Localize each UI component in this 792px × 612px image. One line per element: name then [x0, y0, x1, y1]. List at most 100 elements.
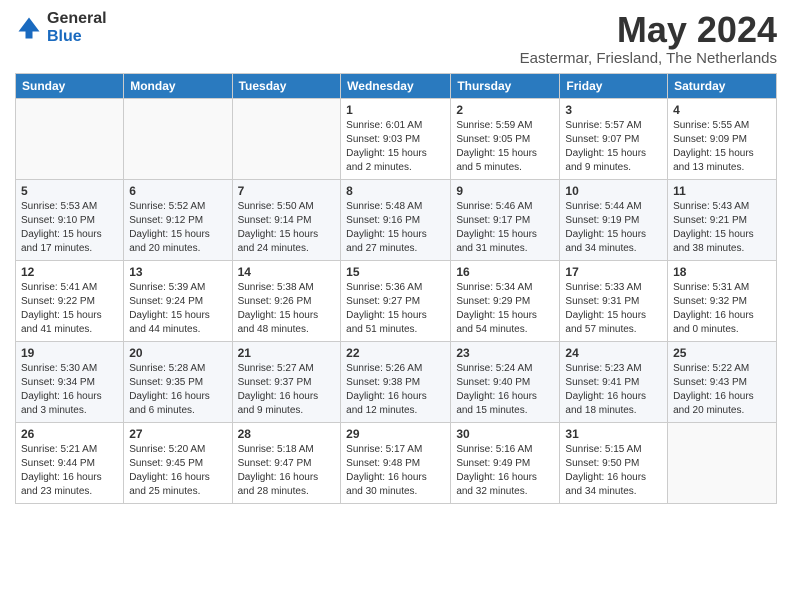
day-info: Sunrise: 5:30 AM Sunset: 9:34 PM Dayligh… [21, 362, 118, 418]
week-row: 5 Sunrise: 5:53 AM Sunset: 9:10 PM Daylig… [16, 179, 777, 260]
day-info: Sunrise: 5:55 AM Sunset: 9:09 PM Dayligh… [673, 119, 771, 175]
day-info: Sunrise: 5:36 AM Sunset: 9:27 PM Dayligh… [346, 281, 445, 337]
day-info: Sunrise: 5:41 AM Sunset: 9:22 PM Dayligh… [21, 281, 118, 337]
day-info: Sunrise: 5:18 AM Sunset: 9:47 PM Dayligh… [238, 443, 336, 499]
calendar-cell: 30 Sunrise: 5:16 AM Sunset: 9:49 PM Dayli… [451, 422, 560, 503]
header-cell-monday: Monday [124, 73, 232, 98]
day-info: Sunrise: 5:17 AM Sunset: 9:48 PM Dayligh… [346, 443, 445, 499]
calendar-cell: 25Sunrise: 5:22 AM Sunset: 9:43 PM Dayli… [668, 341, 777, 422]
header-cell-wednesday: Wednesday [341, 73, 451, 98]
calendar-cell: 4 Sunrise: 5:55 AM Sunset: 9:09 PM Daylig… [668, 98, 777, 179]
calendar-cell: 23 Sunrise: 5:24 AM Sunset: 9:40 PM Dayli… [451, 341, 560, 422]
calendar-cell: 21 Sunrise: 5:27 AM Sunset: 9:37 PM Dayli… [232, 341, 341, 422]
calendar-cell [668, 422, 777, 503]
calendar-cell: 16 Sunrise: 5:34 AM Sunset: 9:29 PM Dayli… [451, 260, 560, 341]
calendar-cell: 27Sunrise: 5:20 AM Sunset: 9:45 PM Dayli… [124, 422, 232, 503]
calendar-body: 1 Sunrise: 6:01 AM Sunset: 9:03 PM Daylig… [16, 98, 777, 503]
day-number: 30 [456, 427, 554, 441]
day-number: 21 [238, 346, 336, 360]
location: Eastermar, Friesland, The Netherlands [520, 50, 777, 67]
day-info: Sunrise: 5:22 AM Sunset: 9:43 PM Dayligh… [673, 362, 771, 418]
day-info: Sunrise: 5:23 AM Sunset: 9:41 PM Dayligh… [565, 362, 662, 418]
day-number: 15 [346, 265, 445, 279]
day-number: 16 [456, 265, 554, 279]
day-info: Sunrise: 5:15 AM Sunset: 9:50 PM Dayligh… [565, 443, 662, 499]
day-number: 24 [565, 346, 662, 360]
header: General Blue May 2024 Eastermar, Friesla… [15, 10, 777, 67]
calendar-cell: 28 Sunrise: 5:18 AM Sunset: 9:47 PM Dayli… [232, 422, 341, 503]
day-info: Sunrise: 5:24 AM Sunset: 9:40 PM Dayligh… [456, 362, 554, 418]
header-cell-tuesday: Tuesday [232, 73, 341, 98]
day-info: Sunrise: 5:53 AM Sunset: 9:10 PM Dayligh… [21, 200, 118, 256]
day-info: Sunrise: 5:57 AM Sunset: 9:07 PM Dayligh… [565, 119, 662, 175]
calendar-cell: 1 Sunrise: 6:01 AM Sunset: 9:03 PM Daylig… [341, 98, 451, 179]
day-number: 18 [673, 265, 771, 279]
day-info: Sunrise: 5:26 AM Sunset: 9:38 PM Dayligh… [346, 362, 445, 418]
calendar-cell [232, 98, 341, 179]
day-number: 17 [565, 265, 662, 279]
day-number: 7 [238, 184, 336, 198]
calendar-cell [16, 98, 124, 179]
month-year: May 2024 [520, 10, 777, 50]
calendar-cell: 9 Sunrise: 5:46 AM Sunset: 9:17 PM Daylig… [451, 179, 560, 260]
week-row: 12 Sunrise: 5:41 AM Sunset: 9:22 PM Dayli… [16, 260, 777, 341]
calendar-cell: 7 Sunrise: 5:50 AM Sunset: 9:14 PM Daylig… [232, 179, 341, 260]
day-info: Sunrise: 5:48 AM Sunset: 9:16 PM Dayligh… [346, 200, 445, 256]
day-number: 9 [456, 184, 554, 198]
calendar-cell: 3 Sunrise: 5:57 AM Sunset: 9:07 PM Daylig… [560, 98, 668, 179]
day-number: 10 [565, 184, 662, 198]
day-info: Sunrise: 5:34 AM Sunset: 9:29 PM Dayligh… [456, 281, 554, 337]
logo-general: General [47, 10, 107, 28]
header-row: SundayMondayTuesdayWednesdayThursdayFrid… [16, 73, 777, 98]
day-info: Sunrise: 5:27 AM Sunset: 9:37 PM Dayligh… [238, 362, 336, 418]
day-info: Sunrise: 5:16 AM Sunset: 9:49 PM Dayligh… [456, 443, 554, 499]
week-row: 19 Sunrise: 5:30 AM Sunset: 9:34 PM Dayli… [16, 341, 777, 422]
day-number: 11 [673, 184, 771, 198]
calendar-cell: 29 Sunrise: 5:17 AM Sunset: 9:48 PM Dayli… [341, 422, 451, 503]
day-number: 14 [238, 265, 336, 279]
calendar-cell: 22 Sunrise: 5:26 AM Sunset: 9:38 PM Dayli… [341, 341, 451, 422]
header-cell-friday: Friday [560, 73, 668, 98]
day-number: 5 [21, 184, 118, 198]
calendar-cell: 5 Sunrise: 5:53 AM Sunset: 9:10 PM Daylig… [16, 179, 124, 260]
day-number: 3 [565, 103, 662, 117]
day-number: 27 [129, 427, 226, 441]
calendar-cell: 31Sunrise: 5:15 AM Sunset: 9:50 PM Dayli… [560, 422, 668, 503]
day-info: Sunrise: 5:59 AM Sunset: 9:05 PM Dayligh… [456, 119, 554, 175]
logo-blue: Blue [47, 28, 107, 46]
logo-text: General Blue [47, 10, 107, 45]
day-number: 26 [21, 427, 118, 441]
week-row: 26 Sunrise: 5:21 AM Sunset: 9:44 PM Dayli… [16, 422, 777, 503]
day-number: 22 [346, 346, 445, 360]
day-info: Sunrise: 5:33 AM Sunset: 9:31 PM Dayligh… [565, 281, 662, 337]
calendar-cell: 8 Sunrise: 5:48 AM Sunset: 9:16 PM Daylig… [341, 179, 451, 260]
day-info: Sunrise: 5:46 AM Sunset: 9:17 PM Dayligh… [456, 200, 554, 256]
day-number: 1 [346, 103, 445, 117]
calendar-cell: 18Sunrise: 5:31 AM Sunset: 9:32 PM Dayli… [668, 260, 777, 341]
day-number: 12 [21, 265, 118, 279]
day-number: 2 [456, 103, 554, 117]
logo: General Blue [15, 10, 107, 45]
day-number: 19 [21, 346, 118, 360]
day-info: Sunrise: 5:21 AM Sunset: 9:44 PM Dayligh… [21, 443, 118, 499]
day-number: 8 [346, 184, 445, 198]
day-number: 23 [456, 346, 554, 360]
calendar-cell: 15 Sunrise: 5:36 AM Sunset: 9:27 PM Dayli… [341, 260, 451, 341]
day-number: 29 [346, 427, 445, 441]
calendar-cell: 12 Sunrise: 5:41 AM Sunset: 9:22 PM Dayli… [16, 260, 124, 341]
calendar-cell: 11 Sunrise: 5:43 AM Sunset: 9:21 PM Dayli… [668, 179, 777, 260]
day-info: Sunrise: 5:38 AM Sunset: 9:26 PM Dayligh… [238, 281, 336, 337]
calendar-cell: 26 Sunrise: 5:21 AM Sunset: 9:44 PM Dayli… [16, 422, 124, 503]
day-number: 4 [673, 103, 771, 117]
day-info: Sunrise: 6:01 AM Sunset: 9:03 PM Dayligh… [346, 119, 445, 175]
day-number: 20 [129, 346, 226, 360]
day-number: 28 [238, 427, 336, 441]
calendar-cell: 13Sunrise: 5:39 AM Sunset: 9:24 PM Dayli… [124, 260, 232, 341]
title-area: May 2024 Eastermar, Friesland, The Nethe… [520, 10, 777, 67]
logo-icon [15, 14, 43, 42]
day-info: Sunrise: 5:43 AM Sunset: 9:21 PM Dayligh… [673, 200, 771, 256]
day-info: Sunrise: 5:50 AM Sunset: 9:14 PM Dayligh… [238, 200, 336, 256]
calendar-cell: 10Sunrise: 5:44 AM Sunset: 9:19 PM Dayli… [560, 179, 668, 260]
calendar-cell: 20Sunrise: 5:28 AM Sunset: 9:35 PM Dayli… [124, 341, 232, 422]
calendar-cell [124, 98, 232, 179]
